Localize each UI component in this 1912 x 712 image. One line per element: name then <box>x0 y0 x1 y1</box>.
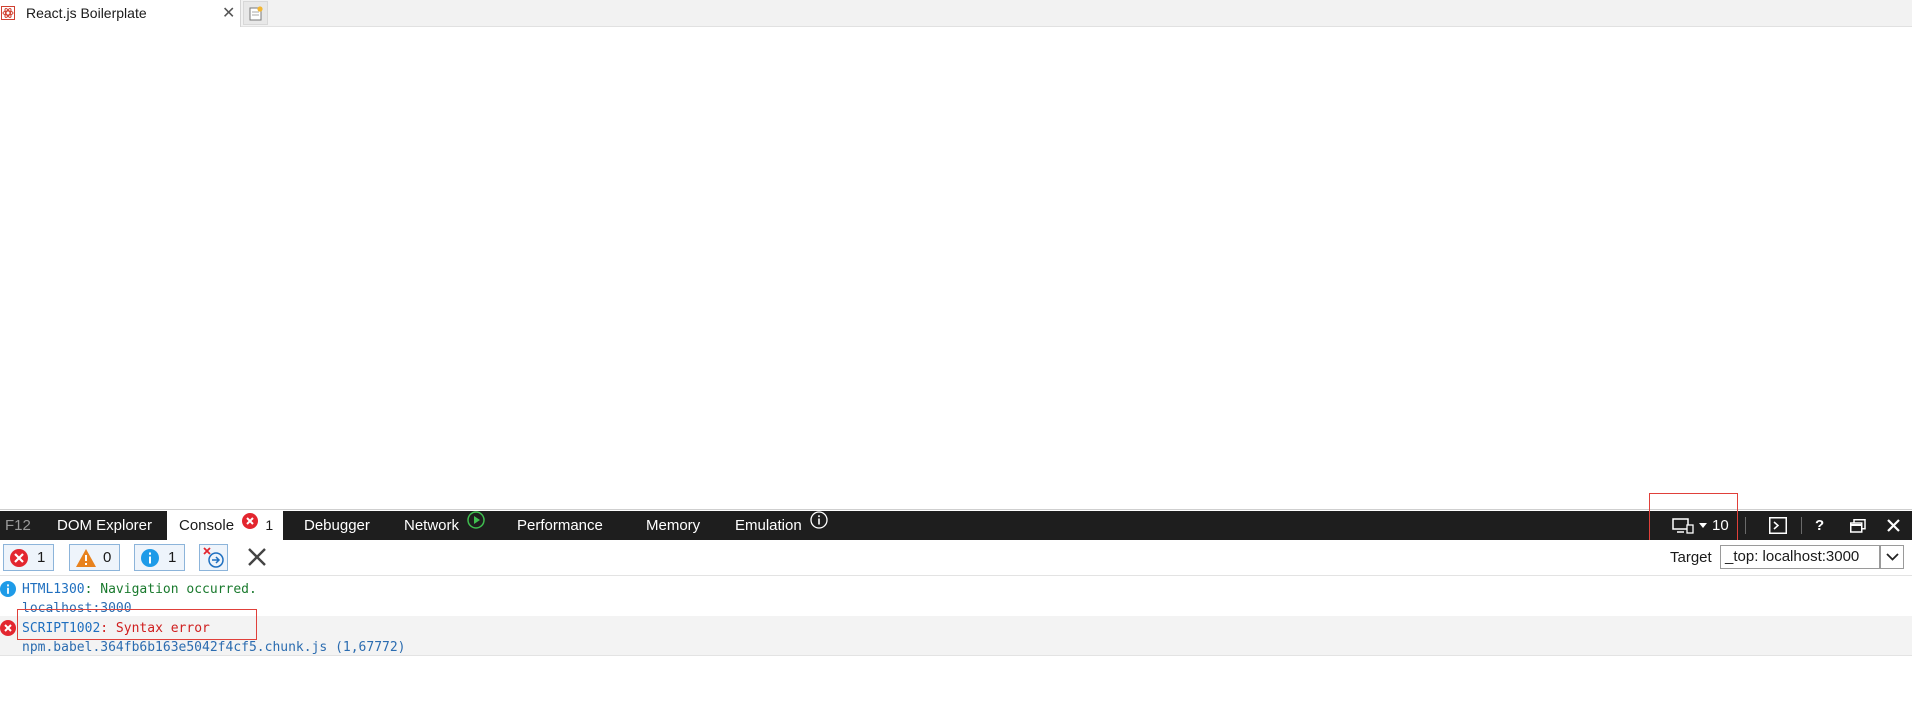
clear-console-button[interactable] <box>243 544 272 571</box>
page-viewport <box>0 28 1912 508</box>
undock-button[interactable] <box>1850 511 1866 540</box>
tab-performance[interactable]: Performance <box>517 511 603 540</box>
error-icon <box>0 620 16 640</box>
browser-tab-active[interactable]: React.js Boilerplate ✕ <box>0 0 241 27</box>
console-toggle-button[interactable] <box>1769 511 1789 540</box>
messages-filter-button[interactable]: 1 <box>134 544 185 571</box>
console-message: SCRIPT1002: Syntax error npm.babel.364fb… <box>0 616 1912 656</box>
console-error-icon <box>242 510 259 539</box>
react-favicon-icon <box>1 6 15 20</box>
errors-count: 1 <box>37 549 46 566</box>
close-devtools-button[interactable] <box>1887 511 1901 540</box>
tab-title: React.js Boilerplate <box>26 5 147 21</box>
message-source-link[interactable]: npm.babel.364fb6b163e5042f4cf5.chunk.js … <box>22 640 406 655</box>
tab-emulation[interactable]: Emulation <box>735 511 828 540</box>
developer-tools-pane: F12 DOM Explorer Console 1 Debugger Netw… <box>0 493 1912 712</box>
info-icon <box>141 549 159 567</box>
new-tab-button[interactable] <box>243 1 268 25</box>
highlight-box <box>17 609 257 640</box>
target-dropdown-button[interactable] <box>1880 545 1904 569</box>
tab-emulation-label: Emulation <box>735 517 802 534</box>
toolbar-divider <box>1801 517 1802 534</box>
console-output: HTML1300: Navigation occurred. localhost… <box>0 577 1912 712</box>
emulation-info-icon <box>810 510 828 539</box>
console-error-count: 1 <box>265 517 274 533</box>
messages-count: 1 <box>168 549 177 566</box>
tab-console[interactable]: Console 1 <box>167 511 283 540</box>
help-button[interactable]: ? <box>1815 511 1829 540</box>
target-select[interactable]: _top: localhost:3000 <box>1720 545 1880 569</box>
f12-label: F12 <box>5 517 31 534</box>
close-icon <box>1887 519 1900 532</box>
errors-filter-button[interactable]: 1 <box>3 544 54 571</box>
message-code-link[interactable]: HTML1300 <box>22 582 85 597</box>
clear-icon <box>248 548 266 566</box>
tab-console-label: Console <box>179 517 235 534</box>
info-icon <box>0 581 16 601</box>
warnings-filter-button[interactable]: 0 <box>69 544 120 571</box>
warning-icon <box>76 549 96 567</box>
undock-icon <box>1850 519 1866 533</box>
tab-close-icon[interactable]: ✕ <box>222 3 235 23</box>
tab-dom-explorer[interactable]: DOM Explorer <box>57 511 152 540</box>
warnings-count: 0 <box>103 549 112 566</box>
message-text: : Navigation occurred. <box>84 582 257 597</box>
devtools-tab-bar: F12 DOM Explorer Console 1 Debugger Netw… <box>0 511 1912 540</box>
console-prompt-icon <box>1769 517 1787 534</box>
clear-on-navigate-icon <box>203 547 224 568</box>
message-line: HTML1300: Navigation occurred. <box>22 582 257 597</box>
tab-debugger[interactable]: Debugger <box>304 511 370 540</box>
target-label: Target <box>1670 549 1712 566</box>
console-toolbar: 1 0 1 Target _top: localhost:3000 <box>0 540 1912 576</box>
network-record-icon <box>467 510 485 539</box>
chevron-down-icon <box>1886 553 1899 561</box>
toolbar-divider <box>1745 517 1746 534</box>
console-message: HTML1300: Navigation occurred. localhost… <box>0 577 1912 616</box>
help-icon: ? <box>1815 517 1825 534</box>
tab-network[interactable]: Network <box>404 511 485 540</box>
clear-on-navigate-button[interactable] <box>199 544 228 571</box>
error-icon <box>10 549 28 567</box>
tab-network-label: Network <box>404 517 460 534</box>
new-tab-icon <box>249 6 263 21</box>
tab-memory[interactable]: Memory <box>646 511 700 540</box>
browser-tab-strip: React.js Boilerplate ✕ <box>0 0 1912 27</box>
